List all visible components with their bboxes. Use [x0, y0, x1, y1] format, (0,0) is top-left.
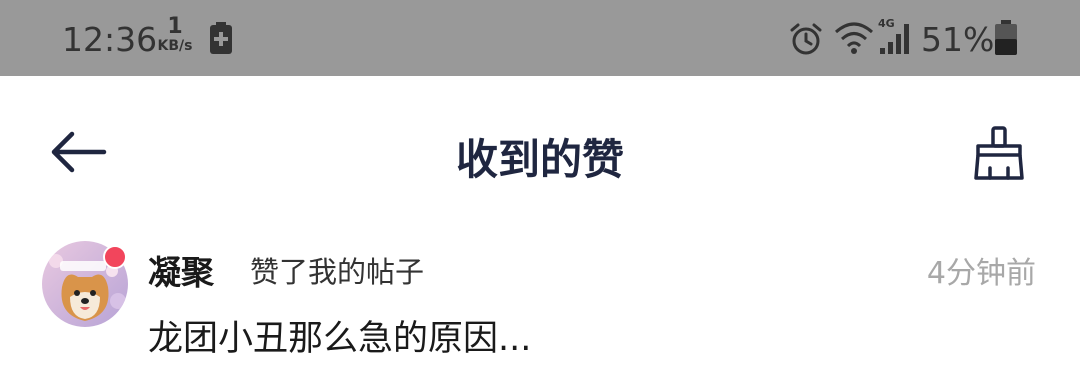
broom-icon: [974, 126, 1024, 180]
network-speed-value: 1: [167, 14, 183, 39]
post-excerpt[interactable]: 龙团小丑那么急的原因...: [148, 310, 531, 361]
battery-icon: [993, 20, 1019, 60]
alarm-icon: [789, 22, 823, 60]
top-app-bar: 收到的赞: [0, 76, 1080, 226]
wifi-icon: [834, 20, 874, 60]
network-type-label: 4G: [878, 17, 895, 30]
timestamp: 4分钟前: [926, 256, 1036, 291]
username[interactable]: 凝聚: [148, 246, 214, 294]
network-speed-unit: KB/s: [157, 38, 193, 54]
action-text: 赞了我的帖子: [250, 255, 425, 289]
avatar[interactable]: [42, 241, 128, 327]
network-speed: 1 KB/s: [154, 14, 196, 55]
battery-saver-icon: [210, 22, 232, 58]
page-title: 收到的赞: [455, 135, 624, 184]
signal-icon: 4G: [878, 16, 914, 60]
battery-percent: 51%: [921, 20, 995, 59]
status-time: 12:36: [62, 20, 158, 59]
status-bar: 12:36 1 KB/s 4G 51%: [0, 0, 1080, 76]
notification-item[interactable]: 凝聚 赞了我的帖子 4分钟前 龙团小丑那么急的原因...: [0, 226, 1080, 382]
clear-button[interactable]: [972, 126, 1026, 180]
unread-dot: [103, 245, 127, 269]
